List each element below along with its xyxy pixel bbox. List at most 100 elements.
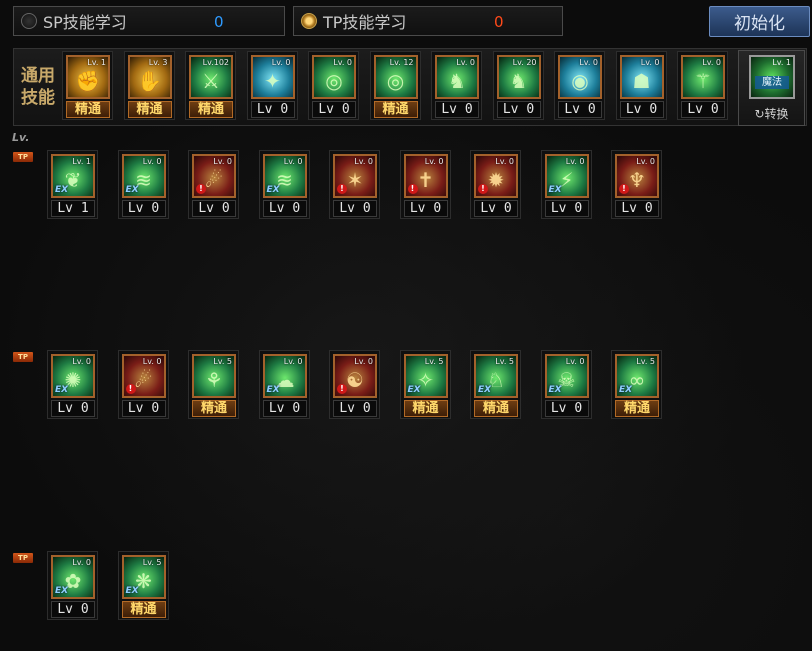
skill-lv-tag: Lv. 0 (72, 357, 91, 366)
skill-slot[interactable]: ☁ Lv. 0 EX Lv 0 (258, 350, 310, 419)
skill-lv-tag: Lv. 5 (424, 357, 444, 366)
skill-slot[interactable]: ☯ Lv. 0! Lv 0 (329, 350, 380, 419)
skill-icon[interactable]: ☯ Lv. 0! (333, 354, 377, 398)
initialize-button[interactable]: 初始化 (709, 6, 810, 37)
skill-icon[interactable]: ◎ Lv. 0 (312, 55, 356, 99)
ex-skill-icon: EX (478, 385, 492, 395)
skill-slot[interactable]: ♞ Lv. 0 Lv 0 (431, 51, 482, 120)
sp-radio-icon[interactable] (21, 13, 37, 29)
skill-slot[interactable]: ☗ Lv. 0 Lv 0 (615, 51, 667, 120)
skill-icon[interactable]: ✿ Lv. 0 EX (51, 555, 95, 599)
skill-slot[interactable]: ❋ Lv. 5 EX 精通 (117, 551, 169, 620)
skill-glyph-icon: ◎ (386, 69, 405, 93)
skill-slot[interactable]: ♘ Lv. 5 EX 精通 (470, 350, 521, 419)
skill-icon[interactable]: ∞ Lv. 5 EX (615, 354, 659, 398)
skill-slot[interactable]: ◎ Lv. 12 精通 (369, 51, 421, 120)
warning-icon: ! (196, 184, 206, 194)
skill-level: Lv 0 (192, 200, 236, 217)
skill-lv-tag: Lv. 0 (495, 157, 514, 166)
skill-icon[interactable]: ✦ Lv. 0 (250, 55, 295, 99)
skill-slot[interactable]: ☄ Lv. 0! Lv 0 (188, 150, 239, 219)
warning-icon: ! (478, 184, 488, 194)
skill-level: Lv 0 (262, 200, 307, 217)
skill-slot[interactable]: ◉ Lv. 0 Lv 0 (554, 51, 605, 120)
lv-header-label: Lv. (12, 131, 30, 144)
skill-icon[interactable]: ☄ Lv. 0! (192, 154, 236, 198)
skill-icon[interactable]: ≋ Lv. 0 EX (121, 154, 166, 198)
skill-glyph-icon: ✦ (264, 69, 281, 93)
skill-slot[interactable]: ∞ Lv. 5 EX 精通 (611, 350, 662, 419)
skill-icon[interactable]: ☠ Lv. 0 EX (544, 354, 589, 398)
skill-icon[interactable]: ✹ Lv. 0! (474, 154, 518, 198)
skill-level: Lv 1 (51, 200, 95, 217)
skill-level: Lv 0 (51, 400, 95, 417)
convert-skill-button[interactable]: Lv. 1 魔法 ↻转换 (738, 50, 805, 126)
skill-icon[interactable]: ✝ Lv. 0! (403, 154, 448, 198)
skill-icon[interactable]: ❦ Lv. 1 EX (51, 154, 95, 198)
skill-level: Lv 0 (403, 200, 448, 217)
common-label-line2: 技能 (21, 88, 55, 108)
tab-sp-skill-learning[interactable]: SP技能学习 0 (13, 6, 285, 36)
skill-icon[interactable]: ✶ Lv. 0! (333, 154, 377, 198)
skill-slot[interactable]: ♞ Lv. 20 Lv 0 (492, 51, 544, 120)
skill-glyph-icon: ♞ (509, 69, 528, 93)
skill-icon[interactable]: ⚔ Lv.102 (189, 55, 233, 99)
skill-slot[interactable]: ≋ Lv. 0 EX Lv 0 (117, 150, 169, 219)
skill-slot[interactable]: ◎ Lv. 0 Lv 0 (308, 51, 359, 120)
skill-icon[interactable]: ✺ Lv. 0 EX (51, 354, 95, 398)
skill-slot[interactable]: ⚚ Lv. 0 Lv 0 (677, 51, 728, 120)
skill-lv-tag: Lv. 0 (456, 58, 475, 67)
skill-icon[interactable]: ⚡ Lv. 0 EX (544, 154, 589, 198)
skill-level: 精通 (66, 101, 110, 118)
skill-slot[interactable]: ✺ Lv. 0 EX Lv 0 (47, 350, 98, 419)
tab-tp-skill-learning[interactable]: TP技能学习 0 (293, 6, 563, 36)
skill-slot[interactable]: ♆ Lv. 0! Lv 0 (611, 150, 662, 219)
skill-slot[interactable]: ✶ Lv. 0! Lv 0 (329, 150, 380, 219)
skill-level: Lv 0 (121, 400, 166, 417)
skill-icon[interactable]: ◉ Lv. 0 (558, 55, 602, 99)
skill-icon[interactable]: ✧ Lv. 5 EX (403, 354, 448, 398)
skill-icon[interactable]: ⚘ Lv. 5 (192, 354, 236, 398)
skill-slot[interactable]: ⚘ Lv. 5 精通 (188, 350, 239, 419)
skill-icon[interactable]: ◎ Lv. 12 (373, 55, 418, 99)
ex-skill-icon: EX (619, 385, 633, 395)
skill-icon[interactable]: ♆ Lv. 0! (615, 154, 659, 198)
skill-icon[interactable]: ✊ Lv. 1 (66, 55, 110, 99)
skill-icon[interactable]: ✋ Lv. 3 (127, 55, 172, 99)
tp-radio-icon[interactable] (301, 13, 317, 29)
skill-icon[interactable]: ♞ Lv. 20 (496, 55, 541, 99)
skill-slot[interactable]: ⚔ Lv.102 精通 (185, 51, 236, 120)
skill-lv-tag: Lv. 0 (142, 357, 162, 366)
skill-icon[interactable]: ☗ Lv. 0 (619, 55, 664, 99)
skill-slot[interactable]: ✿ Lv. 0 EX Lv 0 (47, 551, 98, 620)
skill-slot[interactable]: ≋ Lv. 0 EX Lv 0 (258, 150, 310, 219)
skill-icon[interactable]: ≋ Lv. 0 EX (262, 154, 307, 198)
skill-slot[interactable]: ✋ Lv. 3 精通 (123, 51, 175, 120)
skill-slot[interactable]: ✝ Lv. 0! Lv 0 (399, 150, 451, 219)
skill-slot[interactable]: ✹ Lv. 0! Lv 0 (470, 150, 521, 219)
skill-slot[interactable]: ✊ Lv. 1 精通 (62, 51, 113, 120)
skill-slot[interactable]: ❦ Lv. 1 EX Lv 1 (47, 150, 98, 219)
skill-icon[interactable]: ❋ Lv. 5 EX (121, 555, 166, 599)
skill-icon[interactable]: ♞ Lv. 0 (435, 55, 479, 99)
skill-level: Lv 0 (250, 101, 295, 118)
ex-skill-icon: EX (125, 586, 139, 596)
skill-slot[interactable]: ☄ Lv. 0! Lv 0 (117, 350, 169, 419)
skill-icon[interactable]: ♘ Lv. 5 EX (474, 354, 518, 398)
skill-lv-tag: Lv. 5 (636, 357, 655, 366)
skill-slot[interactable]: ✧ Lv. 5 EX 精通 (399, 350, 451, 419)
skill-level: 精通 (403, 400, 448, 417)
skill-icon[interactable]: ☁ Lv. 0 EX (262, 354, 307, 398)
skill-icon[interactable]: ☄ Lv. 0! (121, 354, 166, 398)
skill-slot[interactable]: ✦ Lv. 0 Lv 0 (246, 51, 298, 120)
skill-icon[interactable]: ⚚ Lv. 0 (681, 55, 725, 99)
skill-lv-tag: Lv. 0 (213, 157, 232, 166)
skill-level: 精通 (189, 101, 233, 118)
sp-tab-label: SP技能学习 (43, 13, 127, 32)
skill-lv-tag: Lv. 0 (333, 58, 352, 67)
skill-slot[interactable]: ⚡ Lv. 0 EX Lv 0 (540, 150, 592, 219)
skill-lv-tag: Lv. 0 (424, 157, 444, 166)
skill-slot[interactable]: ☠ Lv. 0 EX Lv 0 (540, 350, 592, 419)
skill-lv-tag: Lv. 0 (142, 157, 162, 166)
skill-level: 精通 (121, 601, 166, 618)
